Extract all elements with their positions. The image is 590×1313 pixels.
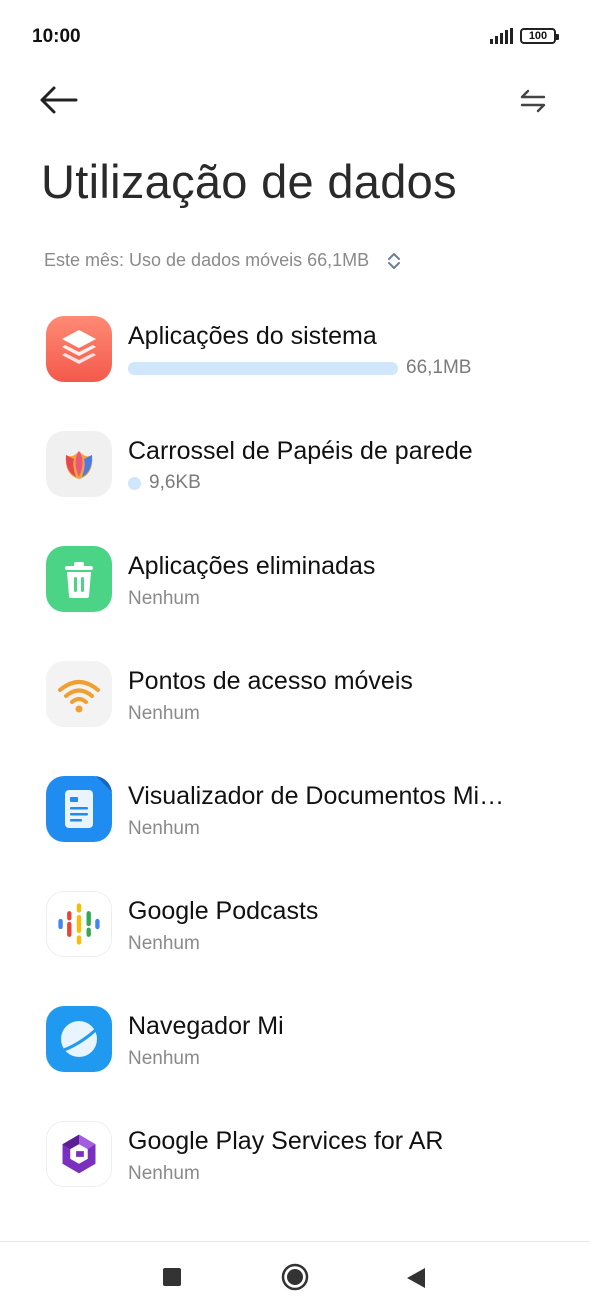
app-name: Google Podcasts: [128, 897, 319, 925]
usage-bar: [128, 361, 398, 375]
usage-value: Nenhum: [128, 1163, 200, 1184]
signal-icon: [490, 28, 513, 44]
battery-icon: 100: [520, 28, 559, 44]
trash-icon: [46, 546, 112, 612]
app-name: Pontos de acesso móveis: [128, 667, 413, 695]
list-item[interactable]: Pontos de acesso móveis Nenhum: [0, 645, 590, 755]
usage-value: 9,6KB: [149, 472, 201, 493]
expand-collapse-icon: [388, 252, 401, 269]
usage-value: Nenhum: [128, 1048, 200, 1069]
app-name: Google Play Services for AR: [128, 1127, 444, 1155]
app-name: Aplicações eliminadas: [128, 552, 376, 580]
wallpaper-carousel-icon: [46, 431, 112, 497]
usage-value: Nenhum: [128, 933, 200, 954]
usage-value: Nenhum: [128, 818, 200, 839]
list-item[interactable]: Navegador Mi Nenhum: [0, 990, 590, 1100]
list-item[interactable]: Visualizador de Documentos Mi… Nenhum: [0, 760, 590, 870]
list-item[interactable]: Google Podcasts Nenhum: [0, 875, 590, 985]
status-bar: 10:00 100: [0, 0, 590, 72]
list-item[interactable]: Carrossel de Papéis de parede 9,6KB: [0, 415, 590, 525]
hotspot-icon: [46, 661, 112, 727]
app-name: Aplicações do sistema: [128, 322, 377, 350]
usage-indicator: 66,1MB: [128, 357, 471, 379]
back-triangle-icon[interactable]: [406, 1267, 426, 1289]
switch-icon[interactable]: [518, 88, 548, 114]
system-apps-icon: [46, 316, 112, 382]
document-viewer-icon: [46, 776, 112, 842]
usage-value: Nenhum: [128, 703, 200, 724]
app-name: Visualizador de Documentos Mi…: [128, 782, 505, 810]
battery-level: 100: [528, 30, 548, 42]
usage-indicator: 9,6KB: [128, 472, 201, 494]
usage-value: 66,1MB: [406, 357, 472, 378]
list-item[interactable]: Aplicações eliminadas Nenhum: [0, 530, 590, 640]
browser-icon: [46, 1006, 112, 1072]
back-arrow-icon[interactable]: [38, 84, 80, 116]
app-name: Carrossel de Papéis de parede: [128, 437, 473, 465]
usage-value: Nenhum: [128, 588, 200, 609]
recents-square-icon[interactable]: [163, 1268, 181, 1286]
period-label: Este mês: Uso de dados móveis 66,1MB: [44, 250, 370, 270]
navigation-bar: [0, 1241, 590, 1313]
podcasts-icon: [46, 891, 112, 957]
app-name: Navegador Mi: [128, 1012, 284, 1040]
home-circle-icon[interactable]: [281, 1263, 309, 1291]
page-title: Utilização de dados: [41, 155, 457, 208]
ar-services-icon: [46, 1121, 112, 1187]
list-item[interactable]: Aplicações do sistema 66,1MB: [0, 300, 590, 410]
list-item[interactable]: Google Play Services for AR Nenhum: [0, 1105, 590, 1215]
status-time: 10:00: [32, 26, 81, 47]
usage-bar: [128, 476, 141, 490]
period-selector[interactable]: Este mês: Uso de dados móveis 66,1MB: [44, 250, 401, 271]
